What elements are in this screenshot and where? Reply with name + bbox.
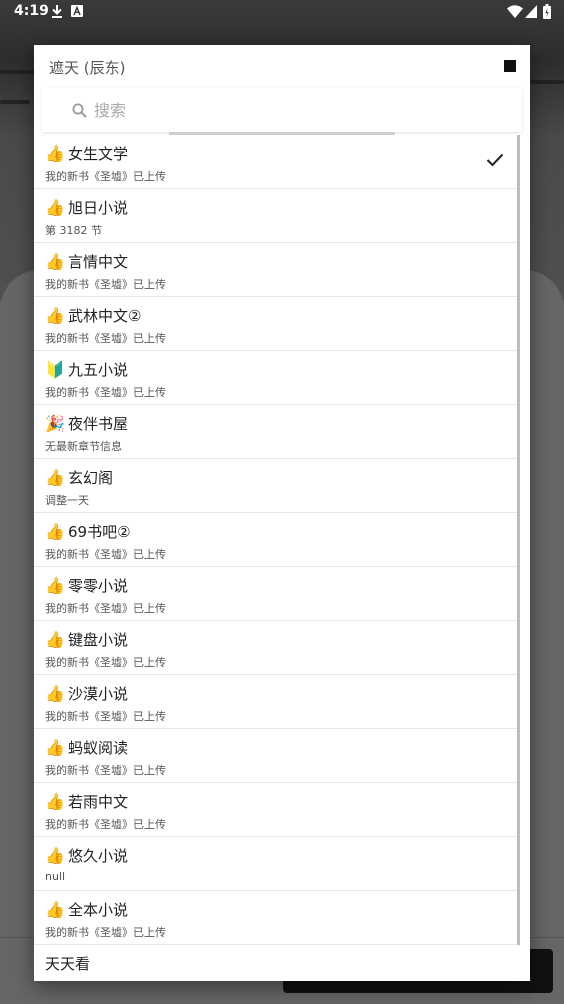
source-latest-chapter: 无最新章节信息: [45, 440, 122, 453]
source-name: 蚂蚁阅读: [68, 739, 129, 757]
source-latest-chapter: 我的新书《圣墟》已上传: [45, 764, 166, 777]
thumbs-up-icon: 👍: [45, 144, 65, 163]
stop-icon[interactable]: [504, 60, 516, 72]
source-name: 言情中文: [68, 253, 129, 271]
thumbs-up-icon: 👍: [45, 198, 65, 217]
thumbs-up-icon: 👍: [45, 738, 65, 757]
status-bar: 4:19: [0, 0, 564, 24]
status-time: 4:19: [14, 3, 49, 19]
source-item[interactable]: 👍 旭日小说第 3182 节: [34, 189, 520, 243]
source-name: 若雨中文: [68, 793, 129, 811]
source-item[interactable]: 👍 悠久小说 null: [34, 837, 520, 891]
source-latest-chapter: 调整一天: [45, 494, 89, 507]
source-name: 九五小说: [68, 361, 129, 379]
source-item[interactable]: 🎉 夜伴书屋无最新章节信息: [34, 405, 520, 459]
source-name: 夜伴书屋: [68, 415, 129, 433]
a-letter-icon: [71, 5, 83, 17]
source-item[interactable]: 👍 蚂蚁阅读我的新书《圣墟》已上传: [34, 729, 520, 783]
source-item[interactable]: 👍 女生文学我的新书《圣墟》已上传: [34, 135, 520, 189]
thumbs-up-icon: 👍: [45, 846, 65, 865]
source-latest-chapter: 我的新书《圣墟》已上传: [45, 278, 166, 291]
search-icon: [72, 103, 87, 118]
dialog-header: 遮天 (辰东): [34, 45, 530, 87]
beginner-badge-icon: 🔰: [45, 360, 65, 379]
source-name: 键盘小说: [68, 631, 129, 649]
source-name: 全本小说: [68, 901, 129, 919]
source-item[interactable]: 👍 69书吧② 我的新书《圣墟》已上传: [34, 513, 520, 567]
source-latest-chapter: 我的新书《圣墟》已上传: [45, 602, 166, 615]
thumbs-up-icon: 👍: [45, 522, 65, 541]
wifi-icon: [507, 5, 523, 18]
thumbs-up-icon: 👍: [45, 684, 65, 703]
source-item[interactable]: 🔰 九五小说我的新书《圣墟》已上传: [34, 351, 520, 405]
thumbs-up-icon: 👍: [45, 900, 65, 919]
source-item[interactable]: 👍 沙漠小说我的新书《圣墟》已上传: [34, 675, 520, 729]
signal-icon: [525, 5, 537, 18]
thumbs-up-icon: 👍: [45, 576, 65, 595]
source-item[interactable]: 👍 言情中文我的新书《圣墟》已上传: [34, 243, 520, 297]
search-input[interactable]: [94, 98, 494, 122]
source-item[interactable]: 👍 零零小说我的新书《圣墟》已上传: [34, 567, 520, 621]
change-source-dialog: 遮天 (辰东) 👍女生文学我的新书《圣墟》已上传👍旭日小说第 3182 节👍言情…: [34, 45, 530, 981]
thumbs-up-icon: 👍: [45, 306, 65, 325]
thumbs-up-icon: 👍: [45, 468, 65, 487]
source-item[interactable]: 👍 若雨中文我的新书《圣墟》已上传: [34, 783, 520, 837]
source-name: 沙漠小说: [68, 685, 129, 703]
battery-icon: [543, 4, 551, 19]
source-name: 69书吧②: [68, 523, 131, 541]
party-popper-icon: 🎉: [45, 414, 65, 433]
thumbs-up-icon: 👍: [45, 252, 65, 271]
source-name: 女生文学: [68, 145, 129, 163]
background-decoration: [530, 80, 564, 84]
scrollbar[interactable]: [517, 135, 520, 945]
source-latest-chapter: 我的新书《圣墟》已上传: [45, 332, 166, 345]
source-name: 旭日小说: [68, 199, 129, 217]
thumbs-up-icon: 👍: [45, 792, 65, 811]
list-item-partial[interactable]: 天天看: [45, 953, 90, 974]
source-name: 玄幻阁: [68, 469, 114, 487]
source-latest-chapter: 我的新书《圣墟》已上传: [45, 656, 166, 669]
source-latest-chapter: 我的新书《圣墟》已上传: [45, 548, 166, 561]
source-item[interactable]: 👍 武林中文② 我的新书《圣墟》已上传: [34, 297, 520, 351]
check-icon: [486, 153, 504, 167]
source-item[interactable]: 👍 玄幻阁调整一天: [34, 459, 520, 513]
source-item[interactable]: 👍 键盘小说我的新书《圣墟》已上传: [34, 621, 520, 675]
source-list: 👍 女生文学 我的新书《圣墟》已上传 👍 旭日小说第 3182 节 👍 言情中文 我的新书《圣…: [34, 135, 520, 945]
source-name: 武林中文②: [68, 307, 142, 325]
dialog-title: 遮天 (辰东): [49, 59, 126, 77]
download-icon: [52, 5, 62, 18]
source-latest-chapter: 我的新书《圣墟》已上传: [45, 710, 166, 723]
source-latest-chapter: 我的新书《圣墟》已上传: [45, 926, 166, 939]
thumbs-up-icon: 👍: [45, 630, 65, 649]
source-latest-chapter: 我的新书《圣墟》已上传: [45, 170, 166, 183]
source-latest-chapter: null: [45, 870, 66, 883]
search-bar: [42, 88, 522, 132]
source-name: 悠久小说: [68, 847, 129, 865]
source-latest-chapter: 我的新书《圣墟》已上传: [45, 818, 166, 831]
background-decoration: [0, 100, 30, 104]
source-name: 零零小说: [68, 577, 129, 595]
source-latest-chapter: 第 3182 节: [45, 224, 102, 237]
source-latest-chapter: 我的新书《圣墟》已上传: [45, 386, 166, 399]
source-item[interactable]: 👍 全本小说我的新书《圣墟》已上传: [34, 891, 520, 945]
